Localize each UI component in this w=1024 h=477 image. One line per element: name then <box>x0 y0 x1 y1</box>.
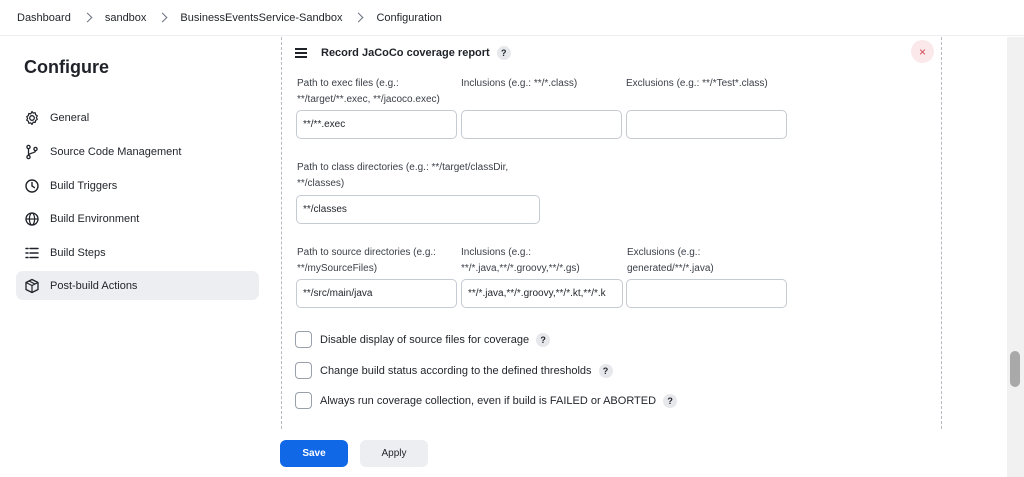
help-icon[interactable]: ? <box>598 363 613 378</box>
label-line: **/mySourceFiles) <box>297 263 378 274</box>
sidebar-item-build-environment[interactable]: Build Environment <box>16 204 259 233</box>
change-build-status-checkbox[interactable] <box>295 362 312 379</box>
package-icon <box>24 278 40 294</box>
scrollbar-thumb[interactable] <box>1010 351 1020 387</box>
checkbox-label: Disable display of source files for cove… <box>320 333 530 346</box>
source-exclusions-label: Exclusions (e.g.: generated/**/*.java) <box>627 245 714 277</box>
globe-icon <box>24 211 40 227</box>
checkbox-label: Always run coverage collection, even if … <box>320 394 657 407</box>
section-header: Record JaCoCo coverage report ? <box>295 46 511 60</box>
label-line: Inclusions (e.g.: <box>461 247 532 258</box>
sidebar-item-source-code-management[interactable]: Source Code Management <box>16 137 259 166</box>
chevron-right-icon <box>157 12 168 23</box>
label-line: **/classes) <box>297 178 345 189</box>
save-button[interactable]: Save <box>280 440 348 467</box>
chevron-right-icon <box>82 12 93 23</box>
sidebar-item-label: Build Steps <box>50 246 106 259</box>
breadcrumb: Dashboard sandbox BusinessEventsService-… <box>0 0 1024 36</box>
sidebar-item-post-build-actions[interactable]: Post-build Actions <box>16 271 259 300</box>
label-line: Path to class directories (e.g.: **/targ… <box>297 162 509 173</box>
checkbox-label: Change build status according to the def… <box>320 364 592 377</box>
apply-button[interactable]: Apply <box>360 440 428 467</box>
help-icon[interactable]: ? <box>536 332 551 347</box>
breadcrumb-dashboard[interactable]: Dashboard <box>17 12 71 24</box>
label-line: **/*.java,**/*.groovy,**/*.gs) <box>461 263 580 274</box>
gear-icon <box>24 110 40 126</box>
sidebar-item-label: Build Environment <box>50 212 140 225</box>
source-inclusions-input[interactable]: **/*.java,**/*.groovy,**/*.kt,**/*.k <box>461 279 623 308</box>
label-line: Path to source directories (e.g.: <box>297 247 436 258</box>
always-run-coverage-row: Always run coverage collection, even if … <box>295 392 678 409</box>
breadcrumb-job[interactable]: BusinessEventsService-Sandbox <box>180 12 342 24</box>
list-icon <box>24 245 40 261</box>
class-dirs-label: Path to class directories (e.g.: **/targ… <box>297 160 508 192</box>
label-line: **/target/**.exec, **/jacoco.exec) <box>297 94 440 105</box>
exec-inclusions-input[interactable] <box>461 110 622 139</box>
exec-inclusions-label: Inclusions (e.g.: **/*.class) <box>461 78 578 89</box>
label-line: generated/**/*.java) <box>627 263 714 274</box>
class-dirs-input[interactable]: **/classes <box>296 195 540 224</box>
exec-path-input[interactable]: **/**.exec <box>296 110 457 139</box>
help-icon[interactable]: ? <box>663 393 678 408</box>
source-exclusions-input[interactable] <box>626 279 787 308</box>
clock-icon <box>24 178 40 194</box>
page-title: Configure <box>24 57 109 77</box>
sidebar-item-build-triggers[interactable]: Build Triggers <box>16 171 259 200</box>
jacoco-section: Record JaCoCo coverage report ? × Path t… <box>281 37 942 429</box>
source-dirs-label: Path to source directories (e.g.: **/myS… <box>297 245 436 277</box>
exec-exclusions-input[interactable] <box>626 110 787 139</box>
close-icon[interactable]: × <box>911 40 934 63</box>
change-build-status-row: Change build status according to the def… <box>295 362 613 379</box>
exec-path-label: Path to exec files (e.g.: **/target/**.e… <box>297 76 440 108</box>
label-line: Path to exec files (e.g.: <box>297 78 399 89</box>
sidebar-item-label: Build Triggers <box>50 179 118 192</box>
help-icon[interactable]: ? <box>496 46 511 60</box>
sidebar-item-label: Source Code Management <box>50 145 182 158</box>
branch-icon <box>24 144 40 160</box>
sidebar-item-general[interactable]: General <box>16 103 259 132</box>
breadcrumb-configuration[interactable]: Configuration <box>376 12 441 24</box>
sidebar: Configure General Source Code Management… <box>0 37 270 477</box>
scrollbar[interactable] <box>1007 37 1024 477</box>
sidebar-item-build-steps[interactable]: Build Steps <box>16 238 259 267</box>
section-title: Record JaCoCo coverage report <box>321 47 490 59</box>
breadcrumb-sandbox[interactable]: sandbox <box>105 12 147 24</box>
source-dirs-input[interactable]: **/src/main/java <box>296 279 457 308</box>
disable-source-display-row: Disable display of source files for cove… <box>295 331 551 348</box>
label-line: Exclusions (e.g.: <box>627 247 701 258</box>
drag-handle-icon[interactable] <box>295 48 307 58</box>
disable-source-display-checkbox[interactable] <box>295 331 312 348</box>
sidebar-item-label: General <box>50 111 90 124</box>
chevron-right-icon <box>354 12 364 23</box>
exec-exclusions-label: Exclusions (e.g.: **/*Test*.class) <box>626 78 768 89</box>
bottom-action-bar: Save Apply <box>270 429 1000 477</box>
always-run-coverage-checkbox[interactable] <box>295 392 312 409</box>
source-inclusions-label: Inclusions (e.g.: **/*.java,**/*.groovy,… <box>461 245 580 277</box>
sidebar-item-label: Post-build Actions <box>50 279 138 292</box>
